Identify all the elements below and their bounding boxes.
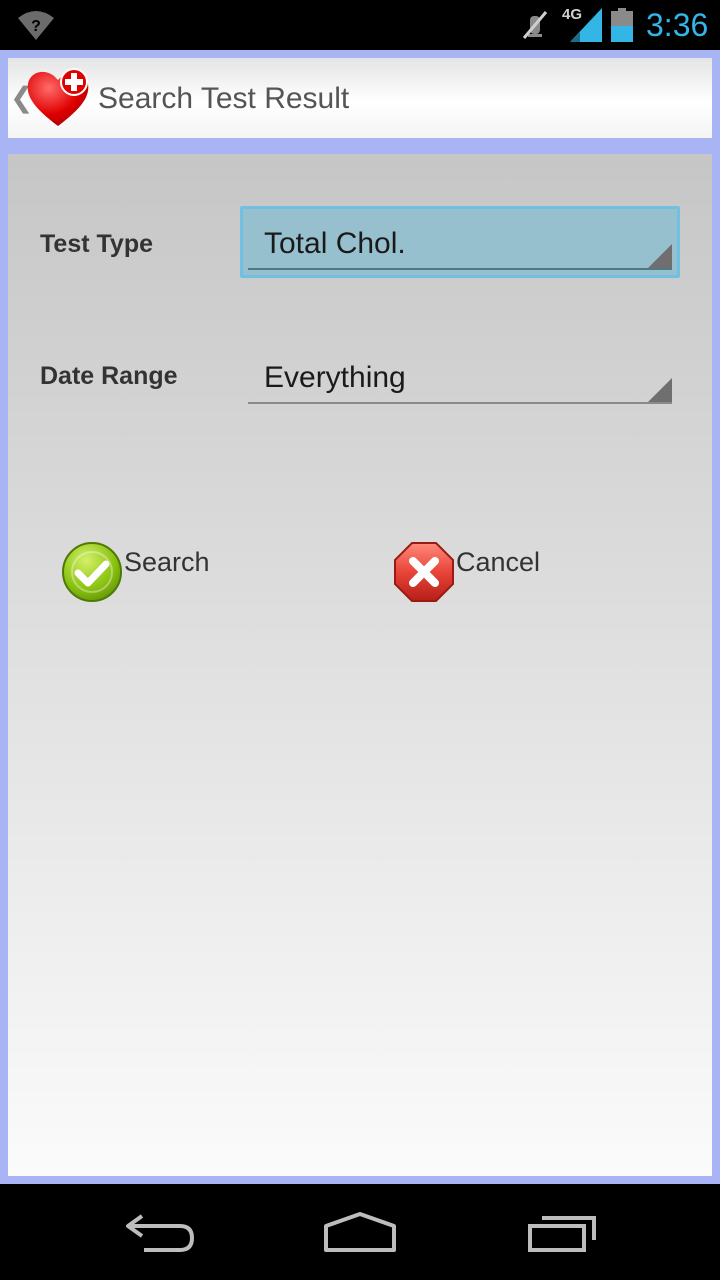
app-window: ❮ Search Test Result Test Type Total Cho… (0, 50, 720, 1184)
date-range-dropdown[interactable]: Everything (248, 352, 672, 404)
signal-icon: 4G (560, 6, 602, 42)
check-icon (62, 542, 122, 602)
heart-plus-icon[interactable] (24, 66, 92, 128)
svg-text:?: ? (31, 18, 41, 35)
dropdown-underline (248, 268, 672, 270)
back-icon[interactable] (120, 1210, 200, 1256)
search-button-label: Search (124, 547, 210, 577)
battery-icon (611, 8, 633, 42)
dropdown-arrow-icon (648, 244, 672, 268)
wifi-unknown-icon: ? (18, 11, 54, 40)
home-icon[interactable] (318, 1210, 402, 1256)
mute-icon (522, 11, 548, 39)
status-bar: ? 4G 3:36 (0, 0, 720, 50)
search-form: Test Type Total Chol. Date Range Everyth… (8, 154, 712, 1176)
dropdown-arrow-icon (648, 378, 672, 402)
date-range-label: Date Range (40, 362, 178, 390)
recent-apps-icon[interactable] (524, 1210, 600, 1256)
cancel-button[interactable]: Cancel (392, 540, 592, 604)
test-type-value: Total Chol. (264, 227, 406, 260)
clock: 3:36 (646, 7, 709, 43)
test-type-label: Test Type (40, 230, 153, 258)
date-range-value: Everything (264, 361, 406, 394)
page-title: Search Test Result (98, 82, 350, 115)
navigation-bar (0, 1184, 720, 1280)
close-icon (394, 542, 454, 602)
search-button[interactable]: Search (60, 540, 260, 604)
dropdown-underline (248, 402, 672, 404)
test-type-dropdown[interactable]: Total Chol. (240, 206, 680, 278)
cancel-button-label: Cancel (456, 547, 541, 577)
action-bar: ❮ Search Test Result (8, 58, 712, 138)
